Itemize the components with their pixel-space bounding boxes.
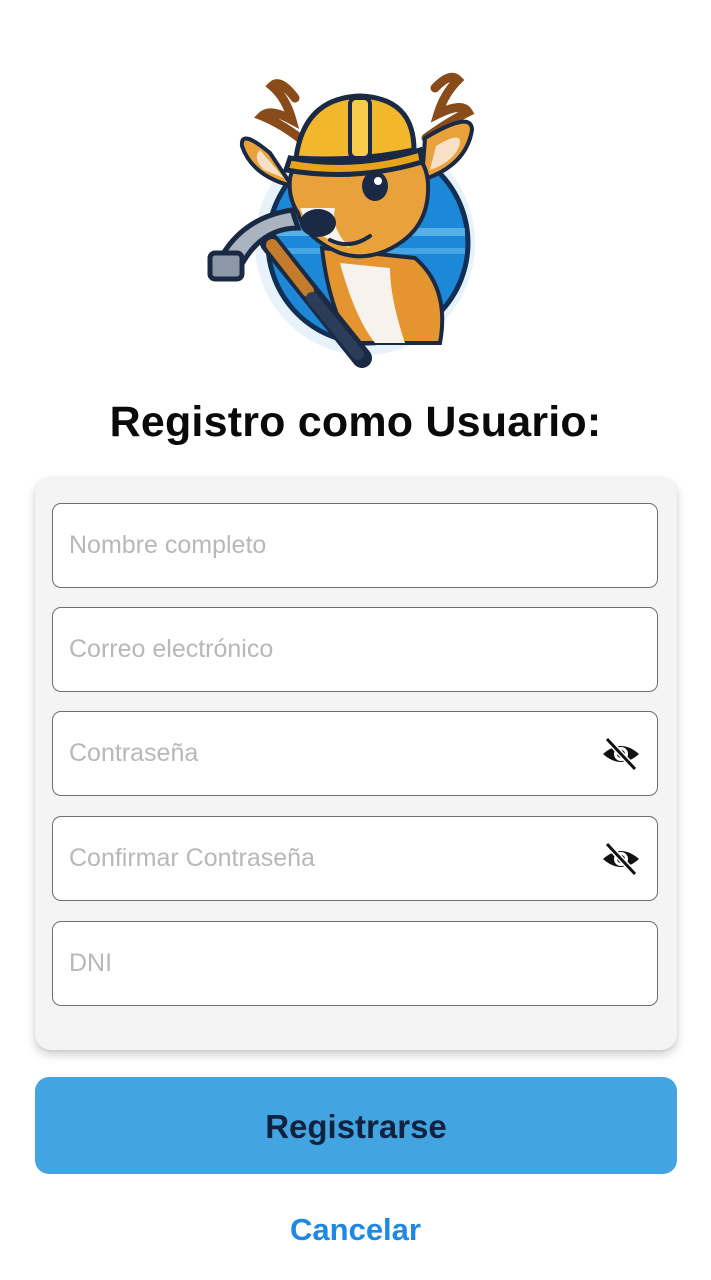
full-name-field[interactable] (52, 503, 658, 588)
dni-input[interactable] (69, 922, 589, 1005)
cancel-link[interactable]: Cancelar (0, 1212, 711, 1248)
page-title: Registro como Usuario: (109, 398, 602, 446)
register-button[interactable]: Registrarse (35, 1077, 677, 1174)
full-name-input[interactable] (69, 504, 589, 587)
confirm-password-input[interactable] (69, 817, 589, 900)
email-field[interactable] (52, 607, 658, 692)
dni-field[interactable] (52, 921, 658, 1006)
registration-form (35, 477, 677, 1050)
eye-off-icon[interactable] (601, 841, 641, 877)
confirm-password-field[interactable] (52, 816, 658, 901)
eye-off-icon[interactable] (601, 736, 641, 772)
deer-logo-icon (200, 58, 500, 373)
email-input[interactable] (69, 608, 589, 691)
password-input[interactable] (69, 712, 589, 795)
password-field[interactable] (52, 711, 658, 796)
